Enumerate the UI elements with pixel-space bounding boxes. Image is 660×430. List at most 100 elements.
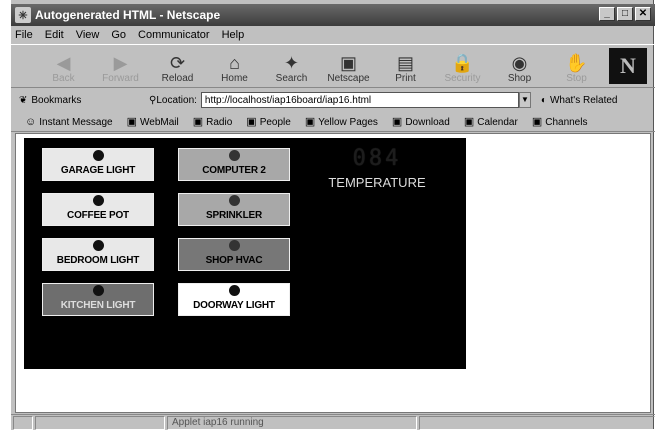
netscape-logo-icon[interactable]: N [609, 48, 647, 84]
personal-item-label: Instant Message [39, 116, 113, 128]
switch-coffee-pot[interactable]: COFFEE POT [42, 193, 154, 226]
personal-item-download[interactable]: ▣ Download [392, 115, 450, 128]
window-title: Autogenerated HTML - Netscape [35, 8, 221, 22]
status-bar: Applet iap16 running [11, 414, 655, 430]
personal-item-label: Download [405, 117, 450, 128]
personal-item-label: WebMail [140, 117, 179, 128]
bookmark-page-icon: ▣ [126, 116, 138, 128]
toolbar-label: Security [444, 73, 481, 84]
stop-icon: ✋ [565, 53, 588, 73]
bookmark-page-icon: ▣ [463, 116, 475, 128]
instant-message-icon: ☺ [25, 115, 37, 128]
title-bar[interactable]: ✳ Autogenerated HTML - Netscape _ □ ✕ [11, 4, 655, 26]
personal-item-webmail[interactable]: ▣ WebMail [127, 115, 179, 128]
indicator-led-icon [92, 240, 104, 251]
switch-label: SPRINKLER [206, 210, 262, 221]
url-dropdown-chevron-icon[interactable]: ▼ [518, 92, 531, 108]
indicator-led-icon [228, 240, 240, 251]
bookmark-page-icon: ▣ [531, 116, 543, 128]
reload-icon: ⟳ [169, 53, 186, 73]
personal-item-people[interactable]: ▣ People [246, 115, 291, 128]
indicator-led-icon [228, 195, 240, 206]
switch-label: DOORWAY LIGHT [193, 300, 275, 311]
menu-communicator[interactable]: Communicator [138, 29, 210, 41]
forward-button[interactable]: ▶ Forward [92, 45, 149, 87]
netscape-button[interactable]: ▣ Netscape [320, 45, 377, 87]
switch-kitchen-light[interactable]: KITCHEN LIGHT [42, 283, 154, 316]
toolbar-label: Stop [566, 73, 587, 84]
navigation-toolbar: ◀ Back ▶ Forward ⟳ Reload ⌂ Home ✦ Search ▣ Netscap… [11, 44, 655, 88]
bookmarks-button[interactable]: ❦ Bookmarks [19, 95, 149, 106]
url-input[interactable] [200, 92, 519, 108]
progress-bar [35, 415, 165, 430]
search-button[interactable]: ✦ Search [263, 45, 320, 87]
menu-help[interactable]: Help [222, 29, 245, 41]
maximize-button[interactable]: □ [617, 7, 633, 21]
netscape-app-icon[interactable]: ✳ [15, 7, 31, 23]
temperature-display: 084 TEMPERATURE [322, 146, 432, 190]
switch-doorway-light[interactable]: DOORWAY LIGHT [178, 283, 290, 316]
toolbar-label: Home [221, 73, 248, 84]
personal-item-label: Yellow Pages [318, 117, 378, 128]
connection-icon [13, 415, 33, 430]
menu-edit[interactable]: Edit [45, 29, 64, 41]
indicator-led-icon [92, 285, 104, 296]
bookmark-page-icon: ▣ [391, 116, 403, 128]
search-icon: ✦ [283, 53, 300, 73]
toolbar-label: Reload [161, 73, 194, 84]
temperature-value: 084 [352, 146, 402, 171]
toolbar-label: Shop [507, 73, 532, 84]
personal-item-calendar[interactable]: ▣ Calendar [464, 115, 518, 128]
location-icon: ⚲ [149, 94, 157, 106]
toolbar-label: Back [52, 73, 75, 84]
security-button[interactable]: 🔒 Security [434, 45, 491, 87]
personal-item-label: Calendar [477, 117, 518, 128]
stop-button[interactable]: ✋ Stop [548, 45, 605, 87]
personal-item-label: Channels [545, 117, 588, 128]
bookmark-page-icon: ▣ [246, 116, 257, 128]
personal-item-yellow-pages[interactable]: ▣ Yellow Pages [305, 115, 378, 128]
home-icon: ⌂ [229, 53, 240, 73]
close-button[interactable]: ✕ [635, 7, 651, 21]
control-panel: GARAGE LIGHT COFFEE POT BEDROOM LIGHT KITCH… [24, 138, 466, 369]
minimize-button[interactable]: _ [599, 7, 615, 21]
menu-file[interactable]: File [15, 29, 33, 41]
location-bar: ❦ Bookmarks ⚲ Location: ▼ ◐ What's Relat… [11, 89, 655, 111]
switch-label: BEDROOM LIGHT [56, 255, 140, 266]
page-content: GARAGE LIGHT COFFEE POT BEDROOM LIGHT KITCH… [15, 133, 651, 413]
switch-label: GARAGE LIGHT [60, 165, 136, 176]
switch-shop-hvac[interactable]: SHOP HVAC [178, 238, 290, 271]
whats-related-button[interactable]: ◐ What's Related [541, 95, 618, 106]
menu-go[interactable]: Go [111, 29, 126, 41]
switch-bedroom-light[interactable]: BEDROOM LIGHT [42, 238, 154, 271]
toolbar-label: Forward [102, 73, 139, 84]
switch-garage-light[interactable]: GARAGE LIGHT [42, 148, 154, 181]
related-icon: ◐ [540, 94, 547, 106]
switch-label: KITCHEN LIGHT [60, 300, 136, 311]
indicator-led-icon [228, 285, 240, 296]
personal-item-radio[interactable]: ▣ Radio [193, 115, 233, 128]
reload-button[interactable]: ⟳ Reload [149, 45, 206, 87]
netscape-icon: ▣ [339, 53, 357, 73]
shop-button[interactable]: ◉ Shop [491, 45, 548, 87]
bookmarks-label: Bookmarks [31, 94, 82, 106]
component-bar[interactable] [419, 415, 655, 430]
print-button[interactable]: ▤ Print [377, 45, 434, 87]
back-button[interactable]: ◀ Back [35, 45, 92, 87]
bookmark-page-icon: ▣ [192, 116, 204, 128]
shop-icon: ◉ [511, 53, 528, 73]
home-button[interactable]: ⌂ Home [206, 45, 263, 87]
bookmark-icon: ❦ [19, 94, 28, 106]
location-label: Location: [156, 94, 197, 106]
bookmark-page-icon: ▣ [304, 116, 316, 128]
print-icon: ▤ [396, 53, 414, 73]
status-text: Applet iap16 running [167, 415, 417, 430]
toolbar-label: Search [275, 73, 308, 84]
toolbar-label: Print [395, 73, 416, 84]
switch-computer-2[interactable]: COMPUTER 2 [178, 148, 290, 181]
menu-view[interactable]: View [76, 29, 100, 41]
personal-item-channels[interactable]: ▣ Channels [532, 115, 588, 128]
switch-sprinkler[interactable]: SPRINKLER [178, 193, 290, 226]
personal-item-instant-message[interactable]: ☺ Instant Message [25, 116, 113, 128]
personal-item-label: Radio [206, 117, 233, 128]
